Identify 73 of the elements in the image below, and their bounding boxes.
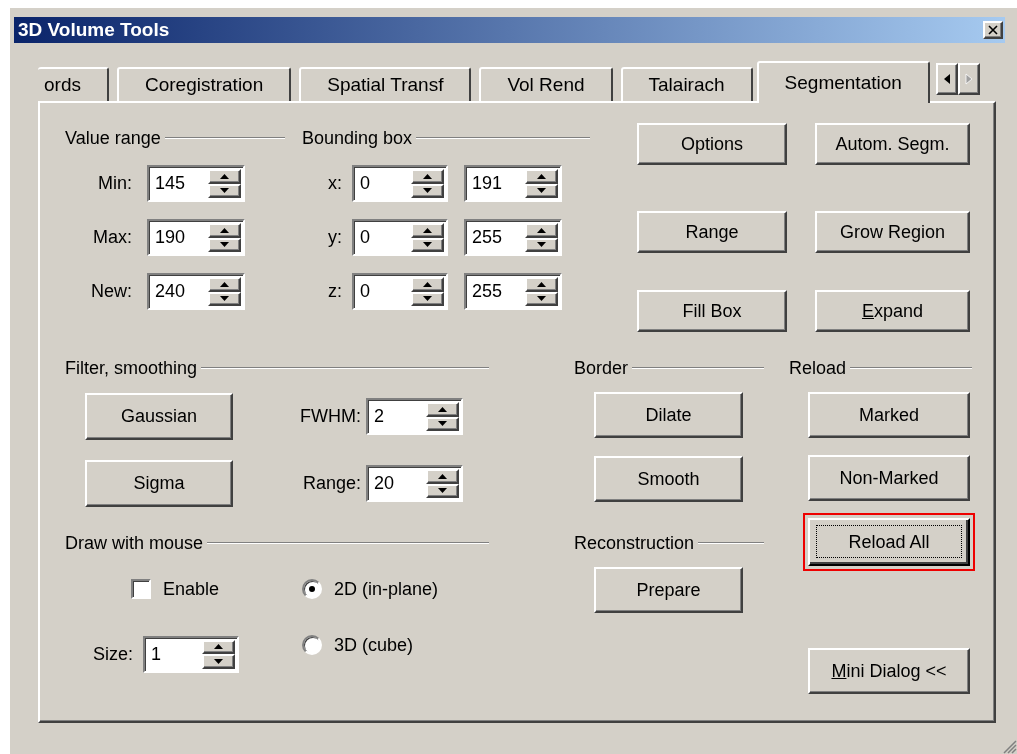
spin-box[interactable]: 1 [143, 635, 240, 673]
radio-label: 3D (cube) [334, 634, 414, 656]
group-title: Reconstruction [574, 532, 695, 554]
spin-box[interactable]: 190 [147, 219, 245, 256]
spin-box[interactable]: 255 [464, 219, 562, 256]
filter-button[interactable]: Gaussian [85, 393, 233, 440]
prepare-button[interactable]: Prepare [594, 567, 743, 613]
group-title: Value range [65, 127, 161, 149]
field-label: x: [327, 173, 342, 194]
tab[interactable]: Vol Rend [479, 67, 613, 101]
tab[interactable]: Spatial Transf [299, 67, 472, 101]
window-title: 3D Volume Tools [17, 19, 171, 41]
field-label: Min: [97, 173, 132, 194]
mini-dialog-button[interactable]: Mini Dialog << [808, 648, 970, 694]
action-button[interactable]: Expand [815, 290, 970, 332]
action-button[interactable]: Grow Region [815, 211, 970, 253]
tab[interactable]: ords [38, 67, 109, 101]
group-title: Draw with mouse [65, 532, 204, 554]
scroll-left-button[interactable] [935, 63, 958, 95]
radio-button[interactable] [302, 635, 322, 655]
triangle-right-icon [963, 72, 974, 86]
close-icon [988, 25, 998, 35]
reload-button[interactable]: Reload All [808, 518, 970, 566]
group-title: Reload [789, 357, 847, 379]
action-button[interactable]: Autom. Segm. [815, 123, 970, 165]
field-label: z: [327, 281, 342, 302]
reload-button[interactable]: Non-Marked [808, 455, 970, 501]
spin-arrows[interactable] [208, 223, 241, 252]
border-button[interactable]: Smooth [594, 456, 743, 502]
checkbox-label: Enable [163, 578, 220, 600]
action-button[interactable]: Range [637, 211, 787, 253]
spin-arrows[interactable] [426, 402, 459, 431]
spin-box[interactable]: 255 [464, 273, 562, 310]
spin-arrows[interactable] [525, 277, 558, 306]
spin-arrows[interactable] [411, 223, 444, 252]
field-label: New: [90, 281, 132, 302]
radio-label: 2D (in-plane) [334, 578, 439, 600]
checkbox[interactable] [131, 579, 151, 599]
spin-box[interactable]: 191 [464, 165, 562, 202]
border-button[interactable]: Dilate [594, 392, 743, 438]
close-button[interactable] [983, 21, 1003, 39]
spin-box[interactable]: 145 [147, 165, 245, 202]
spin-box[interactable]: 20 [366, 465, 463, 502]
field-label: y: [327, 227, 342, 248]
spin-arrows[interactable] [525, 223, 558, 252]
reload-button[interactable]: Marked [808, 392, 970, 438]
tab[interactable]: Talairach [620, 67, 753, 101]
group-title: Filter, smoothing [65, 357, 198, 379]
radio-button[interactable] [302, 579, 322, 599]
action-button[interactable]: Fill Box [637, 290, 787, 332]
spin-arrows[interactable] [411, 169, 444, 198]
spin-box[interactable]: 0 [352, 165, 448, 202]
spin-arrows[interactable] [426, 469, 459, 498]
spin-arrows[interactable] [208, 277, 241, 306]
field-label: Range: [301, 473, 361, 494]
resize-grip-icon[interactable] [1001, 738, 1017, 754]
spin-arrows[interactable] [208, 169, 241, 198]
field-label: FWHM: [299, 406, 361, 427]
spin-box[interactable]: 0 [352, 273, 448, 310]
spin-arrows[interactable] [525, 169, 558, 198]
spin-arrows[interactable] [411, 277, 444, 306]
field-label: Size: [93, 643, 134, 665]
field-label: Max: [92, 227, 132, 248]
spin-arrows[interactable] [202, 639, 236, 669]
spin-box[interactable]: 240 [147, 273, 245, 310]
group-title: Bounding box [302, 127, 413, 149]
group-title: Border [574, 357, 629, 379]
tab[interactable]: Segmentation [756, 61, 930, 103]
spin-box[interactable]: 2 [366, 398, 463, 435]
tab[interactable]: Coregistration [116, 67, 292, 101]
filter-button[interactable]: Sigma [85, 460, 233, 507]
action-button[interactable]: Options [637, 123, 787, 165]
spin-box[interactable]: 0 [352, 219, 448, 256]
